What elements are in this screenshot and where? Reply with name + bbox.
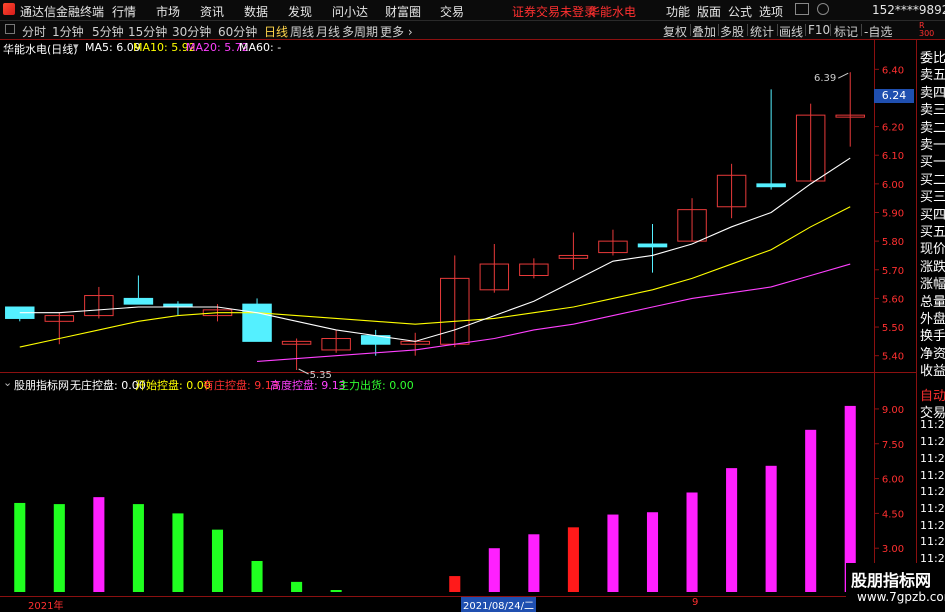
quote-panel-label: 买二 (920, 172, 945, 188)
indicator-bar (93, 497, 105, 592)
quote-panel-label: 卖五 (920, 68, 945, 84)
quote-panel-label: 总量 (920, 294, 945, 310)
quote-panel-label: 卖二 (920, 120, 945, 136)
price-tick-label: 6.10 (882, 151, 904, 162)
watermark-title: 股朋指标网 (851, 571, 932, 590)
indicator-bar (53, 504, 65, 592)
indicator-bar (567, 527, 579, 592)
quote-panel-label: 换手 (920, 329, 945, 345)
price-tick-label: 5.70 (882, 266, 904, 277)
indicator-tick-label: 4.50 (882, 509, 904, 520)
tick-time: 11:29 (920, 501, 945, 515)
indicator-bar (211, 529, 224, 592)
watermark-url: www.7gpzb.com (857, 590, 945, 604)
indicator-bar (251, 560, 263, 592)
price-tick-label: 5.40 (882, 352, 904, 363)
tick-time: 11:29 (920, 468, 945, 482)
quote-panel-label: 买三 (920, 190, 945, 206)
chart-canvas[interactable]: 6.406.306.206.106.005.905.805.705.605.50… (0, 0, 916, 609)
quote-panel-label: 买四 (920, 207, 945, 223)
high-annotation: 6.39 (814, 73, 836, 84)
quote-panel-label: 买一 (920, 155, 945, 171)
annotation-arrow (298, 368, 309, 375)
axis-month-label: 9 (692, 597, 699, 608)
quote-panel-label: 涨跌 (920, 259, 945, 275)
candle-body-down (123, 297, 154, 305)
low-annotation: 5.35 (310, 370, 332, 381)
indicator-bar (646, 512, 659, 592)
price-tick-label: 5.60 (882, 294, 904, 305)
price-tick-label: 6.40 (882, 65, 904, 76)
quote-panel-label: 收益 (920, 364, 945, 380)
tick-time: 11:29 (920, 418, 945, 432)
indicator-tick-label: 6.00 (882, 475, 904, 486)
annotation-arrow (838, 72, 849, 79)
indicator-bar (330, 590, 342, 592)
quote-panel-label: 净资 (920, 346, 945, 362)
candle-body-down (637, 243, 668, 248)
indicator-bar (14, 502, 26, 592)
indicator-bar (488, 548, 500, 592)
quote-panel-label: 涨幅 (920, 277, 945, 293)
indicator-bar (607, 514, 619, 592)
price-tick-label: 6.00 (882, 180, 904, 191)
quote-panel-label: 外盘 (920, 312, 945, 327)
indicator-tick-label: 7.50 (882, 440, 904, 451)
tick-time: 11:29 (920, 451, 945, 465)
ma20-line (257, 263, 851, 362)
indicator-bar (805, 429, 817, 592)
candle-body-down (756, 183, 786, 188)
quote-panel-label: 卖一 (920, 138, 945, 153)
price-tick-label: 6.20 (882, 123, 904, 134)
indicator-bar (528, 534, 540, 592)
price-tick-label: 5.80 (882, 237, 904, 248)
price-tick-label: 5.50 (882, 323, 904, 334)
quote-panel: 委比 卖五 卖四 卖三 卖二 卖一 买一 买二 买三 买四 买五 现价 涨跌 涨幅 总量 外盘 换手 净资 收益 自动… (916, 40, 945, 609)
level-badge: R 300 (919, 21, 935, 38)
tick-time: 11:29 (920, 535, 945, 549)
ma10-line (19, 206, 851, 348)
current-price-marker: 6.24 (874, 89, 914, 103)
axis-date-cursor: 2021/08/24/二 (461, 597, 537, 612)
tick-time: 11:29 (920, 518, 945, 532)
quote-panel-label: 卖三 (920, 103, 945, 119)
ma5-line (19, 157, 851, 342)
indicator-bar (765, 465, 777, 592)
time-axis: 2021年 2021/08/24/二 9 (0, 596, 916, 612)
indicator-tick-label: 9.00 (882, 405, 904, 416)
indicator-bar (449, 576, 461, 592)
quote-panel-label: 买五 (920, 225, 945, 240)
candle-body-down (242, 303, 272, 342)
indicator-bar (132, 504, 144, 592)
quote-panel-label: 卖四 (920, 85, 945, 101)
indicator-bar (172, 513, 184, 592)
indicator-tick-label: 3.00 (882, 544, 904, 555)
quote-panel-label: 委比 (920, 51, 945, 66)
price-tick-label: 5.90 (882, 209, 904, 220)
indicator-bar (726, 468, 738, 592)
quote-panel-label: 现价 (920, 242, 945, 258)
indicator-bar (686, 492, 698, 592)
axis-year-label: 2021年 (28, 601, 64, 612)
tick-time: 11:29 (920, 485, 945, 499)
tick-time: 11:29 (920, 435, 945, 449)
indicator-bar (291, 581, 303, 592)
